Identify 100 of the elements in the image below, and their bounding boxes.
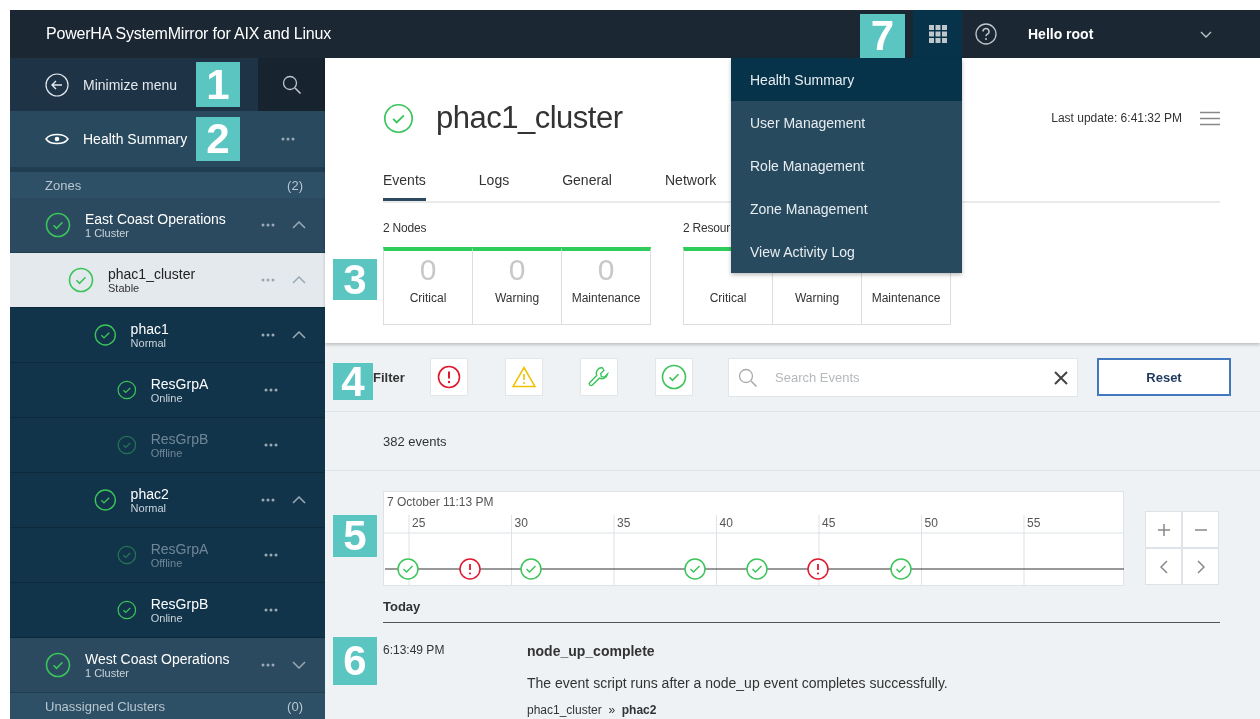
help-icon[interactable] bbox=[975, 23, 997, 45]
menu-item[interactable]: Zone Management bbox=[731, 187, 962, 230]
close-icon[interactable] bbox=[1054, 370, 1068, 385]
check-circle-icon bbox=[45, 212, 71, 238]
last-update: Last update: 6:41:32 PM bbox=[1051, 111, 1182, 125]
app-switcher-button[interactable] bbox=[913, 10, 962, 58]
tick-label: 50 bbox=[924, 516, 938, 530]
critical-icon[interactable] bbox=[807, 558, 829, 580]
tile-label: Warning bbox=[794, 291, 840, 305]
item-status: Online bbox=[150, 611, 183, 625]
group-label: 2 Nodes bbox=[383, 221, 428, 237]
chevron-up-icon[interactable] bbox=[292, 221, 306, 229]
chevron-up-icon[interactable] bbox=[292, 331, 306, 339]
callout-badge: 1 bbox=[196, 62, 240, 107]
check-circle-icon bbox=[68, 267, 94, 293]
tick-label: 45 bbox=[822, 516, 836, 530]
warning-icon bbox=[512, 366, 536, 388]
nav-label: Health Summary bbox=[83, 131, 189, 147]
item-status: Normal bbox=[130, 501, 167, 515]
event-name: node_up_complete bbox=[527, 643, 656, 659]
menu-item[interactable]: Health Summary bbox=[731, 58, 962, 101]
critical-icon[interactable] bbox=[459, 558, 481, 580]
tree-item[interactable]: ResGrpA Online bbox=[10, 363, 325, 418]
check-circle-icon[interactable] bbox=[746, 558, 768, 580]
tree-item[interactable]: phac1 Normal bbox=[10, 308, 325, 363]
menu-item[interactable]: User Management bbox=[731, 101, 962, 144]
user-name[interactable]: Hello root bbox=[1028, 26, 1200, 42]
item-status: Online bbox=[150, 391, 183, 405]
chevron-down-icon[interactable] bbox=[1200, 30, 1212, 38]
item-name: ResGrpB bbox=[150, 595, 210, 612]
tree-item[interactable]: East Coast Operations 1 Cluster bbox=[10, 198, 325, 253]
event-path: phac1_cluster » phac2 bbox=[527, 703, 658, 717]
filter-button[interactable] bbox=[580, 358, 618, 396]
more-icon[interactable] bbox=[281, 137, 295, 141]
event-description: The event script runs after a node_up event completes successfully. bbox=[527, 675, 949, 691]
zoom-in-button[interactable] bbox=[1145, 511, 1182, 548]
more-icon[interactable] bbox=[264, 388, 279, 392]
check-circle-icon bbox=[94, 487, 117, 513]
tile-label: Critical bbox=[709, 291, 747, 305]
day-heading: Today bbox=[383, 599, 1220, 623]
tile-label: Warning bbox=[494, 291, 540, 305]
critical-icon bbox=[437, 365, 461, 389]
plus-icon bbox=[1157, 523, 1170, 536]
eye-icon bbox=[45, 132, 69, 146]
callout-badge: 4 bbox=[333, 363, 373, 400]
tick-label: 35 bbox=[617, 516, 631, 530]
callout-badge: 3 bbox=[333, 259, 377, 300]
tab[interactable]: Network bbox=[665, 161, 717, 201]
tick-label: 25 bbox=[412, 516, 426, 530]
section-label: Zones bbox=[45, 177, 82, 193]
cluster-count: (0) bbox=[287, 698, 303, 714]
more-icon[interactable] bbox=[261, 223, 275, 227]
more-icon[interactable] bbox=[264, 443, 279, 447]
tree-item[interactable]: phac2 Normal bbox=[10, 473, 325, 528]
filter-button[interactable] bbox=[655, 358, 693, 396]
item-name: phac1_cluster bbox=[108, 265, 197, 282]
more-icon[interactable] bbox=[261, 663, 275, 667]
tree-item[interactable]: West Coast Operations 1 Cluster bbox=[10, 638, 325, 693]
item-status: 1 Cluster bbox=[85, 666, 131, 680]
callout-badge: 5 bbox=[333, 515, 377, 557]
check-circle-icon[interactable] bbox=[684, 558, 706, 580]
more-icon[interactable] bbox=[261, 498, 275, 502]
item-status: Offline bbox=[150, 556, 183, 570]
check-circle-icon[interactable] bbox=[397, 558, 419, 580]
reset-button[interactable]: Reset bbox=[1097, 358, 1231, 396]
chevron-left-icon bbox=[1159, 559, 1168, 574]
item-name: ResGrpB bbox=[150, 430, 210, 447]
check-circle-icon[interactable] bbox=[890, 558, 912, 580]
tab[interactable]: Events bbox=[383, 161, 426, 201]
check-circle-icon bbox=[45, 652, 71, 678]
item-name: phac2 bbox=[130, 485, 170, 502]
tile-label: Maintenance bbox=[871, 291, 941, 305]
check-circle-icon bbox=[383, 102, 414, 134]
menu-item[interactable]: Role Management bbox=[731, 144, 962, 187]
tile-label: Critical bbox=[409, 291, 447, 305]
callout-badge: 7 bbox=[860, 14, 905, 58]
tile-label: Maintenance bbox=[571, 291, 641, 305]
section-label: Unassigned Clusters bbox=[45, 698, 165, 714]
chevron-down-icon[interactable] bbox=[292, 661, 306, 669]
item-name: ResGrpA bbox=[150, 375, 210, 392]
check-circle-icon[interactable] bbox=[520, 558, 542, 580]
menu-icon[interactable] bbox=[1200, 110, 1220, 126]
menu-item[interactable]: View Activity Log bbox=[731, 230, 962, 273]
search-button[interactable] bbox=[258, 58, 325, 111]
more-icon[interactable] bbox=[264, 608, 279, 612]
more-icon[interactable] bbox=[261, 333, 275, 337]
check-circle-icon bbox=[661, 364, 687, 390]
tab[interactable]: General bbox=[562, 161, 612, 201]
more-icon[interactable] bbox=[264, 553, 279, 557]
tab[interactable]: Logs bbox=[478, 161, 510, 201]
filter-label: Filter bbox=[373, 369, 406, 385]
event-count: 382 events bbox=[383, 433, 447, 449]
item-status: Offline bbox=[150, 446, 183, 460]
group-label: 2 Resour bbox=[683, 221, 732, 237]
filter-button[interactable] bbox=[430, 358, 468, 396]
tick-label: 55 bbox=[1027, 516, 1041, 530]
item-status: Normal bbox=[130, 336, 167, 350]
chevron-up-icon[interactable] bbox=[292, 496, 306, 504]
item-name: phac1 bbox=[130, 320, 170, 337]
search-field[interactable]: Search Events bbox=[728, 357, 1078, 397]
